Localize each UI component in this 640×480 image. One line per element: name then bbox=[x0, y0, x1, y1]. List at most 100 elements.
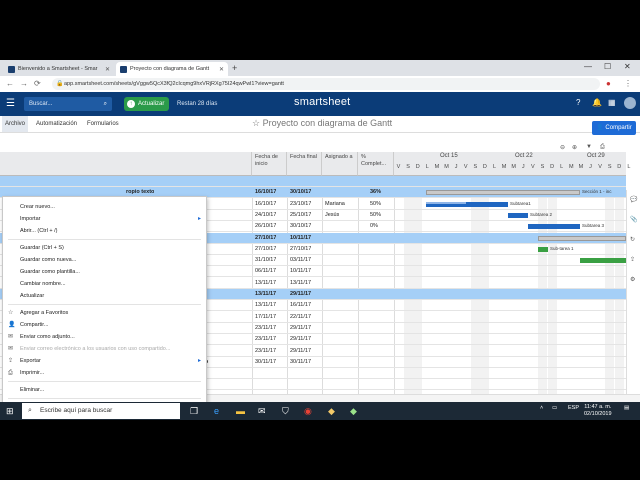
app-icon[interactable]: ◆ bbox=[328, 405, 335, 417]
start-date-cell[interactable]: 27/10/17 bbox=[255, 244, 276, 255]
language-indicator[interactable]: ESP bbox=[568, 405, 579, 411]
taskbar-search-input[interactable]: ⌕ Escribe aquí para buscar bbox=[22, 403, 180, 419]
file-menu-item[interactable]: Guardar (Ctrl + S) bbox=[3, 242, 206, 254]
chrome-icon[interactable]: ◉ bbox=[304, 405, 312, 417]
close-tab-icon[interactable]: ✕ bbox=[219, 66, 224, 73]
minimize-icon[interactable]: — bbox=[584, 62, 592, 71]
close-tab-icon[interactable]: ✕ bbox=[105, 66, 110, 73]
back-icon[interactable]: ← bbox=[6, 79, 14, 88]
publish-icon[interactable]: ⇪ bbox=[630, 256, 635, 263]
menu-archivo[interactable]: Archivo bbox=[2, 116, 29, 132]
end-date-cell[interactable]: 22/11/17 bbox=[290, 312, 311, 323]
hamburger-menu-icon[interactable]: ☰ bbox=[6, 98, 15, 109]
file-menu-item[interactable]: Actualizar bbox=[3, 290, 206, 302]
new-tab-button[interactable]: + bbox=[232, 63, 237, 73]
end-date-cell[interactable]: 10/11/17 bbox=[290, 266, 311, 277]
history-icon[interactable]: ↻ bbox=[630, 236, 635, 243]
end-date-cell[interactable]: 27/10/17 bbox=[290, 244, 311, 255]
zoom-in-icon[interactable]: ⊕ bbox=[572, 144, 577, 151]
file-menu-item[interactable]: Importar ▸ bbox=[3, 213, 206, 225]
end-date-cell[interactable]: 10/11/17 bbox=[290, 233, 311, 244]
menu-formularios[interactable]: Formularios bbox=[84, 116, 122, 132]
gantt-bar[interactable] bbox=[426, 201, 508, 207]
start-date-cell[interactable]: 27/10/17 bbox=[255, 233, 276, 244]
menu-automatizacion[interactable]: Automatización bbox=[33, 116, 80, 132]
comments-icon[interactable]: 💬 bbox=[630, 196, 637, 203]
assigned-header[interactable]: Asignado a bbox=[322, 152, 358, 176]
maximize-icon[interactable]: ☐ bbox=[604, 62, 611, 71]
profile-icon[interactable]: ● bbox=[606, 79, 611, 88]
windows-start-icon[interactable]: ⊞ bbox=[6, 405, 14, 417]
file-menu-item[interactable]: Abrir... (Ctrl + /) bbox=[3, 225, 206, 237]
print-icon[interactable]: ⎙ bbox=[600, 144, 605, 151]
gantt-bar[interactable] bbox=[538, 235, 626, 241]
table-row[interactable] bbox=[0, 176, 626, 187]
file-menu-item[interactable]: 👤 Compartir... bbox=[3, 319, 206, 331]
start-date-cell[interactable]: 13/11/17 bbox=[255, 289, 276, 300]
file-menu-item[interactable]: ✉ Enviar correo electrónico a los usuario… bbox=[3, 343, 206, 355]
percent-complete-header[interactable]: % Complet... bbox=[358, 152, 394, 176]
filter-icon[interactable]: ▼ bbox=[586, 144, 592, 150]
file-menu-item[interactable]: Crear nuevo... bbox=[3, 201, 206, 213]
url-input[interactable]: 🔒 app.smartsheet.com/sheets/gVggw5QcX3fQ… bbox=[52, 78, 600, 90]
gantt-bar[interactable] bbox=[508, 212, 528, 218]
apps-grid-icon[interactable]: ▦ bbox=[608, 98, 616, 107]
mail-icon[interactable]: ✉ bbox=[258, 405, 266, 417]
end-date-cell[interactable]: 29/11/17 bbox=[290, 346, 311, 357]
gantt-bar[interactable] bbox=[538, 246, 548, 252]
share-button[interactable]: 👤 Compartir bbox=[592, 121, 636, 135]
forward-icon[interactable]: → bbox=[20, 79, 28, 88]
start-date-cell[interactable]: 23/11/17 bbox=[255, 346, 276, 357]
attachments-icon[interactable]: 📎 bbox=[630, 216, 637, 223]
reload-icon[interactable]: ⟳ bbox=[34, 79, 41, 88]
clock[interactable]: 11:47 a. m. 02/10/2019 bbox=[584, 404, 612, 418]
percent-cell[interactable]: 50% bbox=[370, 210, 381, 221]
file-menu-item[interactable]: Cambiar nombre... bbox=[3, 278, 206, 290]
start-date-cell[interactable]: 06/11/17 bbox=[255, 266, 276, 277]
task-view-icon[interactable]: ❐ bbox=[190, 405, 198, 417]
start-date-cell[interactable]: 24/10/17 bbox=[255, 210, 276, 221]
start-date-cell[interactable]: 31/10/17 bbox=[255, 255, 276, 266]
file-menu-item[interactable]: Guardar como plantilla... bbox=[3, 266, 206, 278]
assigned-cell[interactable]: Jesús bbox=[325, 210, 339, 221]
avatar[interactable] bbox=[624, 97, 636, 109]
gantt-bar[interactable] bbox=[528, 224, 580, 230]
search-input[interactable]: Buscar... ⌕ bbox=[24, 97, 112, 111]
file-menu-item[interactable]: Eliminar... bbox=[3, 384, 206, 396]
store-icon[interactable]: ⛉ bbox=[282, 405, 289, 417]
percent-cell[interactable]: 36% bbox=[370, 187, 381, 198]
sheet-title[interactable]: ☆ Proyecto con diagrama de Gantt bbox=[252, 118, 392, 129]
tab-proyecto[interactable]: Proyecto con diagrama de Gantt ✕ bbox=[116, 62, 228, 76]
start-date-cell[interactable]: 16/10/17 bbox=[255, 199, 276, 210]
end-date-cell[interactable]: 03/11/17 bbox=[290, 255, 311, 266]
update-button[interactable]: ↑ Actualizar bbox=[124, 97, 170, 111]
notifications-icon[interactable]: 🔔 bbox=[592, 98, 602, 107]
settings-icon[interactable]: ⚙ bbox=[630, 276, 635, 283]
end-date-cell[interactable]: 29/11/17 bbox=[290, 289, 311, 300]
end-date-cell[interactable]: 30/10/17 bbox=[290, 221, 311, 232]
file-explorer-icon[interactable]: ▬ bbox=[236, 405, 245, 417]
file-menu-item[interactable]: Guardar como nueva... bbox=[3, 254, 206, 266]
end-date-cell[interactable]: 30/10/17 bbox=[290, 187, 311, 198]
close-window-icon[interactable]: ✕ bbox=[624, 62, 631, 71]
gantt-bar[interactable] bbox=[426, 190, 580, 196]
end-date-cell[interactable]: 30/11/17 bbox=[290, 357, 311, 368]
gantt-bar[interactable] bbox=[580, 258, 626, 264]
tray-up-icon[interactable]: ˄ bbox=[540, 405, 543, 411]
end-date-header[interactable]: Fecha final bbox=[287, 152, 322, 176]
assigned-cell[interactable]: Mariana bbox=[325, 199, 345, 210]
start-date-header[interactable]: Fecha de inicio bbox=[252, 152, 287, 176]
start-date-cell[interactable]: 23/11/17 bbox=[255, 323, 276, 334]
end-date-cell[interactable]: 13/11/17 bbox=[290, 278, 311, 289]
file-menu-item[interactable]: ☆ Agregar a Favoritos bbox=[3, 307, 206, 319]
start-date-cell[interactable]: 23/11/17 bbox=[255, 334, 276, 345]
tab-bienvenido[interactable]: Bienvenido a Smartsheet - Smar ✕ bbox=[4, 62, 114, 76]
start-date-cell[interactable]: 17/11/17 bbox=[255, 312, 276, 323]
percent-cell[interactable]: 0% bbox=[370, 221, 378, 232]
start-date-cell[interactable]: 13/11/17 bbox=[255, 300, 276, 311]
zoom-out-icon[interactable]: ⊖ bbox=[560, 144, 565, 151]
end-date-cell[interactable]: 29/11/17 bbox=[290, 323, 311, 334]
end-date-cell[interactable]: 25/10/17 bbox=[290, 210, 311, 221]
help-icon[interactable]: ? bbox=[576, 98, 580, 107]
file-menu-item[interactable]: ⎙ Imprimir... bbox=[3, 367, 206, 379]
